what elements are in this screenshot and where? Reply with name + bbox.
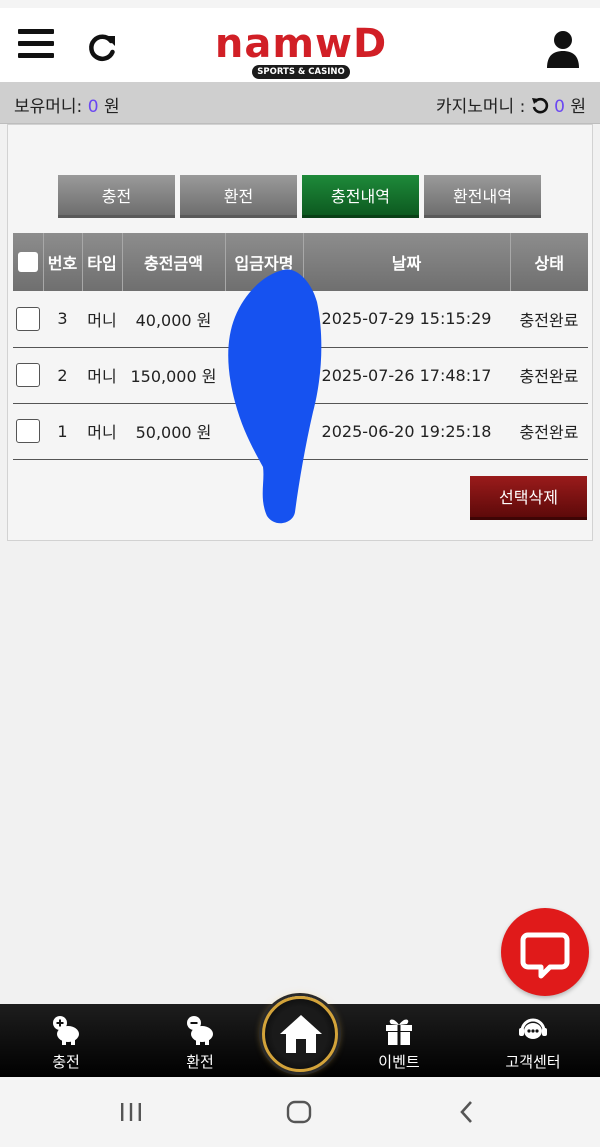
money-balance: 보유머니: 0 원: [14, 92, 120, 117]
row-select-cell: [13, 347, 43, 404]
home-system-icon[interactable]: [285, 1099, 313, 1125]
row-checkbox[interactable]: [16, 363, 40, 387]
casino-label: 카지노머니 :: [435, 97, 526, 117]
cell-status: 충전완료: [510, 403, 588, 460]
header-depositor: 입금자명: [225, 233, 304, 291]
home-icon: [280, 1015, 322, 1053]
cell-depositor: [225, 403, 303, 460]
headset-support-icon: [519, 1018, 547, 1039]
row-checkbox[interactable]: [16, 419, 40, 443]
back-icon[interactable]: [455, 1099, 479, 1125]
table-row: 1 머니 50,000 원 2025-06-20 19:25:18 충전완료: [13, 403, 588, 460]
cell-amount: 40,000 원: [122, 291, 225, 348]
nav-deposit[interactable]: 충전: [16, 1004, 116, 1077]
deposit-piggy-icon: [53, 1016, 79, 1045]
money-unit: 원: [103, 97, 120, 117]
cell-status: 충전완료: [510, 291, 588, 348]
brand-logo[interactable]: namwD SPORTS & CASINO: [206, 22, 396, 80]
header-no: 번호: [43, 233, 83, 291]
header-amount: 충전금액: [122, 233, 226, 291]
table-row: 2 머니 150,000 원 2025-07-26 17:48:17 충전완료: [13, 347, 588, 404]
tab-deposit-history[interactable]: 충전내역: [302, 175, 419, 218]
cell-date: 2025-06-20 19:25:18: [303, 403, 510, 460]
logo-wordmark: namwD: [214, 21, 388, 67]
system-navigation-bar: [0, 1077, 600, 1147]
cell-type: 머니: [82, 403, 122, 460]
header-date: 날짜: [303, 233, 511, 291]
nav-event[interactable]: 이벤트: [349, 1004, 449, 1077]
row-select-cell: [13, 291, 43, 348]
tab-withdraw-history[interactable]: 환전내역: [424, 175, 541, 218]
nav-support[interactable]: 고객센터: [483, 1004, 583, 1077]
table-header-row: 번호 타입 충전금액 입금자명 날짜 상태: [13, 233, 588, 291]
reload-casino-icon[interactable]: [531, 96, 549, 114]
cell-depositor: [225, 291, 303, 348]
cell-no: 3: [43, 291, 82, 348]
cell-status: 충전완료: [510, 347, 588, 404]
nav-withdraw[interactable]: 환전: [150, 1004, 250, 1077]
select-all-checkbox[interactable]: [17, 252, 38, 273]
table-row: 3 머니 40,000 원 2025-07-29 15:15:29 충전완료: [13, 291, 588, 348]
refresh-icon[interactable]: [84, 30, 120, 66]
select-all-header: [13, 233, 44, 291]
header-status: 상태: [510, 233, 588, 291]
money-value: 0: [87, 97, 99, 117]
money-label: 보유머니:: [14, 97, 83, 117]
logo-tagline: SPORTS & CASINO: [252, 65, 350, 79]
gift-icon: [386, 1019, 412, 1045]
recent-apps-icon[interactable]: [118, 1099, 144, 1125]
withdraw-piggy-icon: [187, 1016, 213, 1045]
nav-withdraw-label: 환전: [186, 1053, 214, 1071]
casino-balance: 카지노머니 : 0 원: [436, 92, 586, 117]
row-select-cell: [13, 403, 43, 460]
cell-date: 2025-07-26 17:48:17: [303, 347, 510, 404]
top-header: namwD SPORTS & CASINO: [0, 0, 600, 82]
deposit-history-table: 번호 타입 충전금액 입금자명 날짜 상태 3 머니 40,000 원 2025…: [13, 233, 588, 460]
chat-bubble-icon: [520, 932, 570, 979]
nav-support-label: 고객센터: [505, 1053, 561, 1071]
casino-value: 0: [554, 97, 565, 117]
cell-amount: 150,000 원: [122, 347, 225, 404]
nav-event-label: 이벤트: [378, 1053, 420, 1071]
cell-no: 2: [43, 347, 82, 404]
row-checkbox[interactable]: [16, 306, 40, 331]
casino-unit: 원: [570, 97, 586, 117]
nav-deposit-label: 충전: [52, 1053, 80, 1071]
tab-deposit[interactable]: 충전: [58, 175, 175, 218]
cell-depositor: [225, 347, 303, 404]
cell-no: 1: [43, 403, 82, 460]
live-chat-button[interactable]: [501, 908, 589, 996]
cell-type: 머니: [82, 347, 122, 404]
cell-amount: 50,000 원: [122, 403, 225, 460]
delete-selected-button[interactable]: 선택삭제: [470, 476, 587, 520]
home-button[interactable]: [262, 996, 338, 1072]
balance-bar: 보유머니: 0 원 카지노머니 : 0 원: [0, 82, 600, 124]
user-icon[interactable]: [545, 30, 581, 70]
cell-date: 2025-07-29 15:15:29: [303, 291, 510, 348]
header-type: 타입: [82, 233, 123, 291]
tab-withdraw[interactable]: 환전: [180, 175, 297, 218]
hamburger-menu-icon[interactable]: [18, 29, 54, 61]
cell-type: 머니: [82, 291, 122, 348]
